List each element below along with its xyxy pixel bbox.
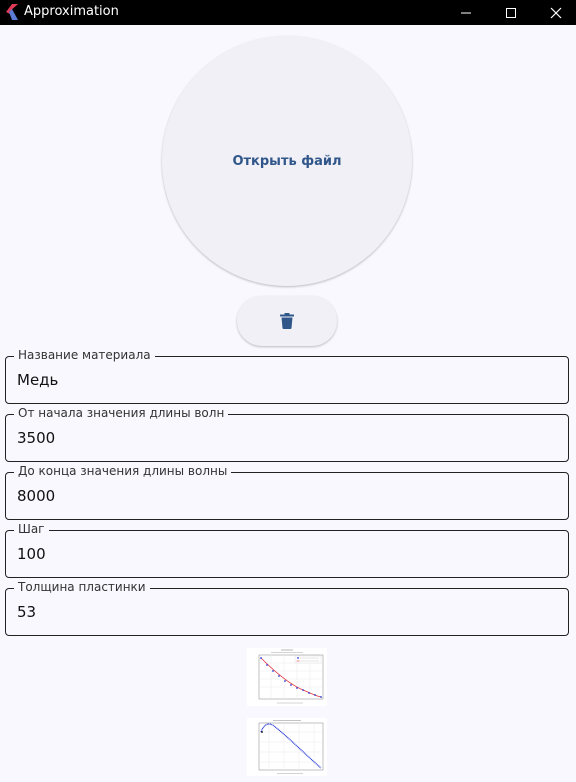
step-value[interactable]: 100 [17,545,46,563]
window-title: Approximation [24,4,119,19]
plate-thickness-label: Толщина пластинки [14,580,150,594]
app-logo-icon [6,4,18,20]
minimize-button[interactable] [443,0,489,25]
material-name-label: Название материала [14,348,155,362]
maximize-icon [506,7,516,18]
close-icon [550,7,562,18]
step-label: Шаг [14,522,49,536]
close-button[interactable] [533,0,576,25]
wavelength-start-value[interactable]: 3500 [17,429,55,447]
plate-thickness-value[interactable]: 53 [17,603,36,621]
wavelength-end-label: До конца значения длины волны [14,464,232,478]
trash-icon [280,313,294,329]
maximize-button[interactable] [488,0,534,25]
material-name-value[interactable]: Медь [17,371,58,389]
open-file-button[interactable]: Открыть файл [162,36,412,286]
material-name-field[interactable]: Название материала Медь [5,348,569,404]
delete-button[interactable] [237,296,337,346]
step-field[interactable]: Шаг 100 [5,522,569,578]
wavelength-end-value[interactable]: 8000 [17,487,55,505]
wavelength-start-label: От начала значения длины волн [14,406,229,420]
spectrum-plot-thumbnail[interactable] [247,718,327,776]
minimize-icon [461,12,471,13]
plate-thickness-field[interactable]: Толщина пластинки 53 [5,580,569,636]
approximation-plot-thumbnail[interactable] [247,648,327,706]
open-file-label: Открыть файл [232,153,342,169]
wavelength-start-field[interactable]: От начала значения длины волн 3500 [5,406,569,462]
wavelength-end-field[interactable]: До конца значения длины волны 8000 [5,464,569,520]
window-titlebar: Approximation [0,0,576,25]
